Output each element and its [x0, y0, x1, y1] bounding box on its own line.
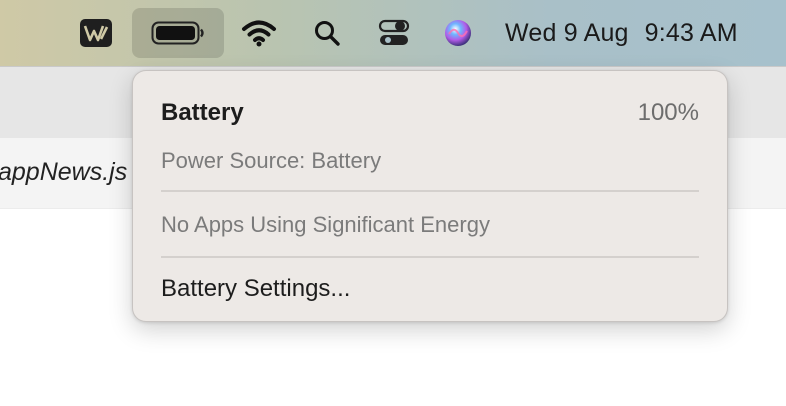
siri-icon[interactable]	[442, 0, 474, 66]
battery-percent: 100%	[637, 99, 699, 126]
menu-separator	[161, 256, 699, 258]
battery-menu-title: Battery	[161, 99, 244, 126]
energy-usage-status: No Apps Using Significant Energy	[161, 212, 490, 237]
power-source-label: Power Source: Battery	[161, 148, 382, 173]
menu-bar-clock[interactable]: Wed 9 Aug 9:43 AM	[505, 0, 738, 66]
clock-date: Wed 9 Aug	[505, 18, 629, 47]
clock-time: 9:43 AM	[644, 18, 738, 47]
wifi-icon[interactable]	[240, 0, 278, 66]
battery-menu: Battery 100% Power Source: Battery No Ap…	[132, 70, 728, 322]
file-tab-label[interactable]: appNews.js	[0, 158, 127, 187]
menu-separator	[161, 190, 699, 192]
battery-settings-menu-item[interactable]: Battery Settings...	[161, 275, 350, 303]
battery-icon[interactable]	[150, 0, 206, 66]
control-center-icon[interactable]	[377, 0, 411, 66]
spotlight-search-icon[interactable]	[312, 0, 342, 66]
menu-bar: Wed 9 Aug 9:43 AM	[0, 0, 786, 66]
wps-office-icon[interactable]	[78, 0, 114, 66]
